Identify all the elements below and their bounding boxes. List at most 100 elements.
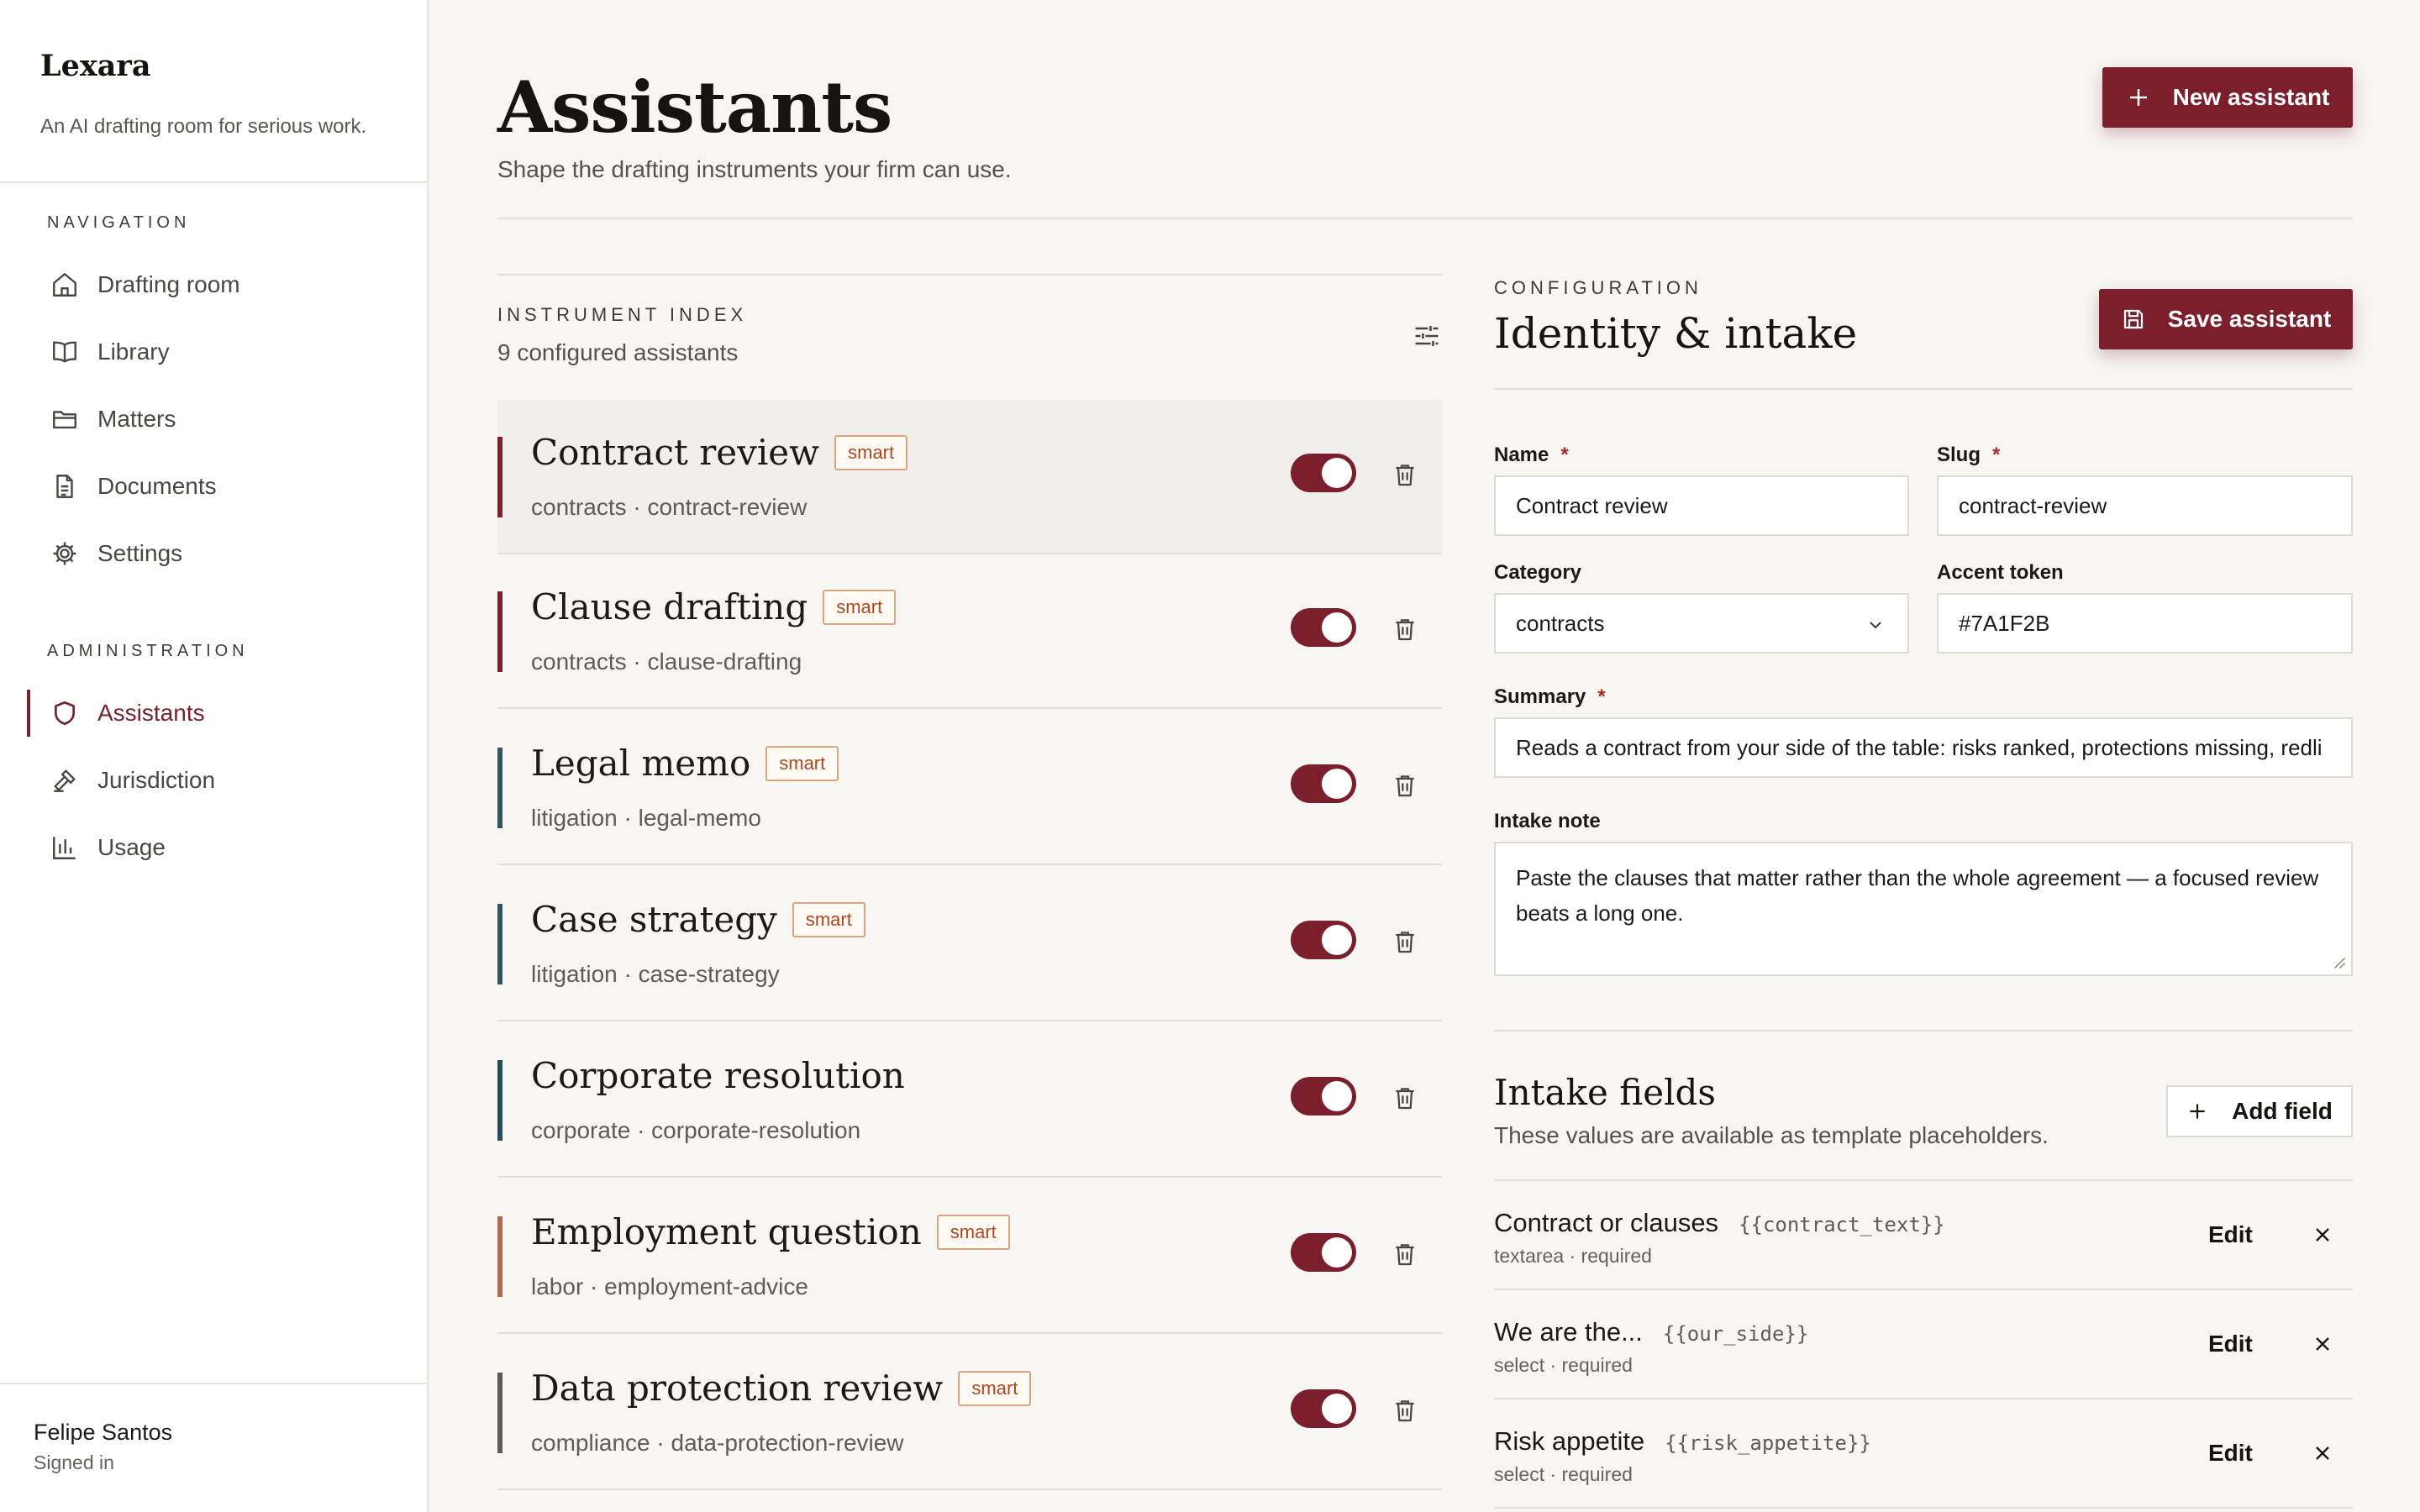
sidebar-item-assistants[interactable]: Assistants [27,686,413,740]
trash-icon[interactable] [1392,927,1418,956]
sidebar: Lexara An AI drafting room for serious w… [0,0,429,1512]
category-select[interactable]: contracts [1494,593,1909,654]
trash-icon[interactable] [1392,1084,1418,1112]
page-subtitle: Shape the drafting instruments your firm… [497,156,1012,182]
intake-field-meta: select · required [1494,1463,1633,1485]
close-icon[interactable] [2311,1332,2334,1356]
add-field-label: Add field [2232,1098,2333,1124]
accent-token-input[interactable]: #7A1F2B [1937,593,2353,654]
trash-icon[interactable] [1392,615,1418,643]
row-accent-bar [497,591,502,672]
trash-icon[interactable] [1392,1396,1418,1425]
close-icon[interactable] [2311,1441,2334,1465]
smart-badge: smart [765,745,839,781]
folder-icon [53,411,76,429]
assistant-row-legal-memo[interactable]: Legal memo smart litigation · legal-memo [497,711,1442,865]
smart-badge: smart [936,1214,1010,1250]
category-value: contracts [1516,610,1605,636]
assistant-row-contract-review[interactable]: Contract review smart contracts · contra… [497,400,1442,554]
add-field-button[interactable]: Add field [2166,1085,2353,1137]
trash-icon[interactable] [1392,1240,1418,1268]
trash-icon[interactable] [1392,460,1418,489]
close-icon[interactable] [2311,1223,2334,1247]
brand-logo[interactable]: Lexara [40,49,151,83]
assistant-meta: litigation · case-strategy [531,961,780,987]
plus-icon [2129,89,2147,106]
name-input[interactable]: Contract review [1494,475,1909,536]
intake-field-row: Contract or clauses {{contract_text}} te… [1494,1181,2353,1290]
sidebar-item-settings[interactable]: Settings [27,527,413,580]
enabled-toggle[interactable] [1291,1077,1356,1116]
bar-chart-icon [53,837,76,859]
enabled-toggle[interactable] [1291,1389,1356,1428]
brand-tagline: An AI drafting room for serious work. [40,115,367,138]
slug-input[interactable]: contract-review [1937,475,2353,536]
sidebar-item-library[interactable]: Library [27,325,413,379]
sidebar-item-jurisdiction[interactable]: Jurisdiction [27,753,413,807]
sidebar-footer-divider [0,1383,427,1384]
list-top-divider [497,274,1442,276]
row-accent-bar [497,904,502,984]
chevron-down-icon [1870,622,1881,629]
assistant-name: Corporate resolution [531,1055,905,1096]
assistant-name: Clause drafting [531,586,808,627]
enabled-toggle[interactable] [1291,1233,1356,1272]
intake-field-token: {{risk_appetite}} [1665,1431,1871,1455]
assistant-meta: litigation · legal-memo [531,805,761,831]
config-divider [1494,388,2353,390]
filter-sliders-icon[interactable] [1412,321,1442,351]
smart-badge: smart [834,434,908,470]
page-title: Assistants [497,66,892,149]
home-icon [53,273,76,297]
edit-field-button[interactable]: Edit [2208,1440,2253,1467]
enabled-toggle[interactable] [1291,764,1356,803]
edit-field-button[interactable]: Edit [2208,1331,2253,1357]
sidebar-item-usage[interactable]: Usage [27,821,413,874]
gavel-icon [54,769,76,792]
instrument-index-label: INSTRUMENT INDEX [497,304,748,325]
enabled-toggle[interactable] [1291,608,1356,647]
edit-field-button[interactable]: Edit [2208,1221,2253,1248]
row-accent-bar [497,1060,502,1141]
assistant-row-clause-drafting[interactable]: Clause drafting smart contracts · clause… [497,554,1442,709]
sidebar-item-label: Jurisdiction [97,767,216,793]
new-assistant-button[interactable]: New assistant [2102,67,2353,128]
assistant-name: Data protection review [531,1368,944,1409]
save-assistant-label: Save assistant [2167,306,2332,332]
slug-label-text: Slug [1937,444,1981,466]
intake-field-row: We are the... {{our_side}} select · requ… [1494,1290,2353,1399]
summary-label: Summary * [1494,685,1606,709]
trash-icon[interactable] [1392,771,1418,800]
intake-note-textarea[interactable]: Paste the clauses that matter rather tha… [1494,842,2353,976]
enabled-toggle[interactable] [1291,454,1356,492]
assistant-meta: corporate · corporate-resolution [531,1117,861,1143]
admin-section-label: ADMINISTRATION [47,642,249,660]
assistant-row-employment-question[interactable]: Employment question smart labor · employ… [497,1179,1442,1334]
sidebar-item-drafting-room[interactable]: Drafting room [27,258,413,312]
sidebar-item-documents[interactable]: Documents [27,459,413,513]
sidebar-item-label: Settings [97,540,183,566]
assistant-row-data-protection-review[interactable]: Data protection review smart compliance … [497,1336,1442,1490]
user-status: Signed in [34,1452,114,1473]
intake-field-row: Risk appetite {{risk_appetite}} select ·… [1494,1399,2353,1509]
sidebar-item-label: Matters [97,406,176,432]
enabled-toggle[interactable] [1291,921,1356,959]
sidebar-item-matters[interactable]: Matters [27,392,413,446]
resize-grip-icon[interactable] [2331,954,2346,969]
user-name[interactable]: Felipe Santos [34,1420,172,1446]
smart-badge: smart [792,901,865,937]
save-assistant-button[interactable]: Save assistant [2099,289,2353,349]
assistant-name: Employment question [531,1211,922,1252]
assistant-row-case-strategy[interactable]: Case strategy smart litigation · case-st… [497,867,1442,1021]
assistant-meta: compliance · data-protection-review [531,1430,904,1456]
gear-icon [53,542,76,565]
book-icon [53,341,76,363]
assistant-row-corporate-resolution[interactable]: Corporate resolution corporate · corpora… [497,1023,1442,1178]
assistant-meta: contracts · contract-review [531,494,808,520]
category-label: Category [1494,561,1582,584]
intake-field-token: {{our_side}} [1662,1322,1809,1346]
assistant-meta: labor · employment-advice [531,1273,808,1299]
row-accent-bar [497,437,502,517]
required-mark: * [1560,444,1569,466]
summary-input[interactable]: Reads a contract from your side of the t… [1494,717,2353,778]
